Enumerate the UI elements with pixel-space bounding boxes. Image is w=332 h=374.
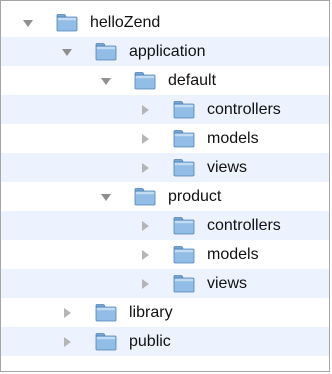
folder-icon	[173, 246, 195, 264]
disclosure-triangle-expanded-icon[interactable]	[61, 46, 73, 58]
folder-icon	[95, 333, 117, 351]
disclosure-triangle-collapsed-icon[interactable]	[139, 249, 151, 261]
disclosure-triangle-collapsed-icon[interactable]	[139, 162, 151, 174]
tree-item-label: views	[207, 159, 248, 176]
folder-icon	[56, 14, 78, 32]
tree-row-default[interactable]: default	[1, 66, 329, 95]
disclosure-triangle-collapsed-icon[interactable]	[139, 278, 151, 290]
tree-item-label: views	[207, 275, 248, 292]
folder-icon	[134, 72, 156, 90]
tree-row-models[interactable]: models	[1, 124, 329, 153]
folder-icon	[173, 101, 195, 119]
tree-row-models[interactable]: models	[1, 240, 329, 269]
folder-icon	[95, 304, 117, 322]
tree-item-label: public	[129, 333, 171, 350]
tree-item-label: controllers	[207, 101, 281, 118]
folder-icon	[95, 43, 117, 61]
tree-row-hellozend[interactable]: helloZend	[1, 8, 329, 37]
tree-item-label: models	[207, 130, 259, 147]
folder-icon	[173, 275, 195, 293]
tree-row-product[interactable]: product	[1, 182, 329, 211]
tree-row-library[interactable]: library	[1, 298, 329, 327]
disclosure-triangle-collapsed-icon[interactable]	[139, 220, 151, 232]
folder-icon	[173, 159, 195, 177]
tree-row-application[interactable]: application	[1, 37, 329, 66]
disclosure-triangle-collapsed-icon[interactable]	[139, 104, 151, 116]
tree-row-views[interactable]: views	[1, 153, 329, 182]
tree-row-controllers[interactable]: controllers	[1, 211, 329, 240]
folder-icon	[173, 130, 195, 148]
tree-row-public[interactable]: public	[1, 327, 329, 356]
tree-item-label: library	[129, 304, 173, 321]
tree-item-label: helloZend	[90, 14, 161, 31]
tree-item-label: default	[168, 72, 217, 89]
folder-icon	[134, 188, 156, 206]
disclosure-triangle-collapsed-icon[interactable]	[61, 307, 73, 319]
file-tree: helloZend application default controller…	[0, 0, 330, 372]
disclosure-triangle-collapsed-icon[interactable]	[139, 133, 151, 145]
tree-item-label: models	[207, 246, 259, 263]
disclosure-triangle-expanded-icon[interactable]	[22, 17, 34, 29]
tree-row-views[interactable]: views	[1, 269, 329, 298]
tree-row-controllers[interactable]: controllers	[1, 95, 329, 124]
tree-item-label: application	[129, 43, 206, 60]
disclosure-triangle-expanded-icon[interactable]	[100, 75, 112, 87]
tree-item-label: controllers	[207, 217, 281, 234]
tree-item-label: product	[168, 188, 222, 205]
disclosure-triangle-expanded-icon[interactable]	[100, 191, 112, 203]
disclosure-triangle-collapsed-icon[interactable]	[61, 336, 73, 348]
folder-icon	[173, 217, 195, 235]
